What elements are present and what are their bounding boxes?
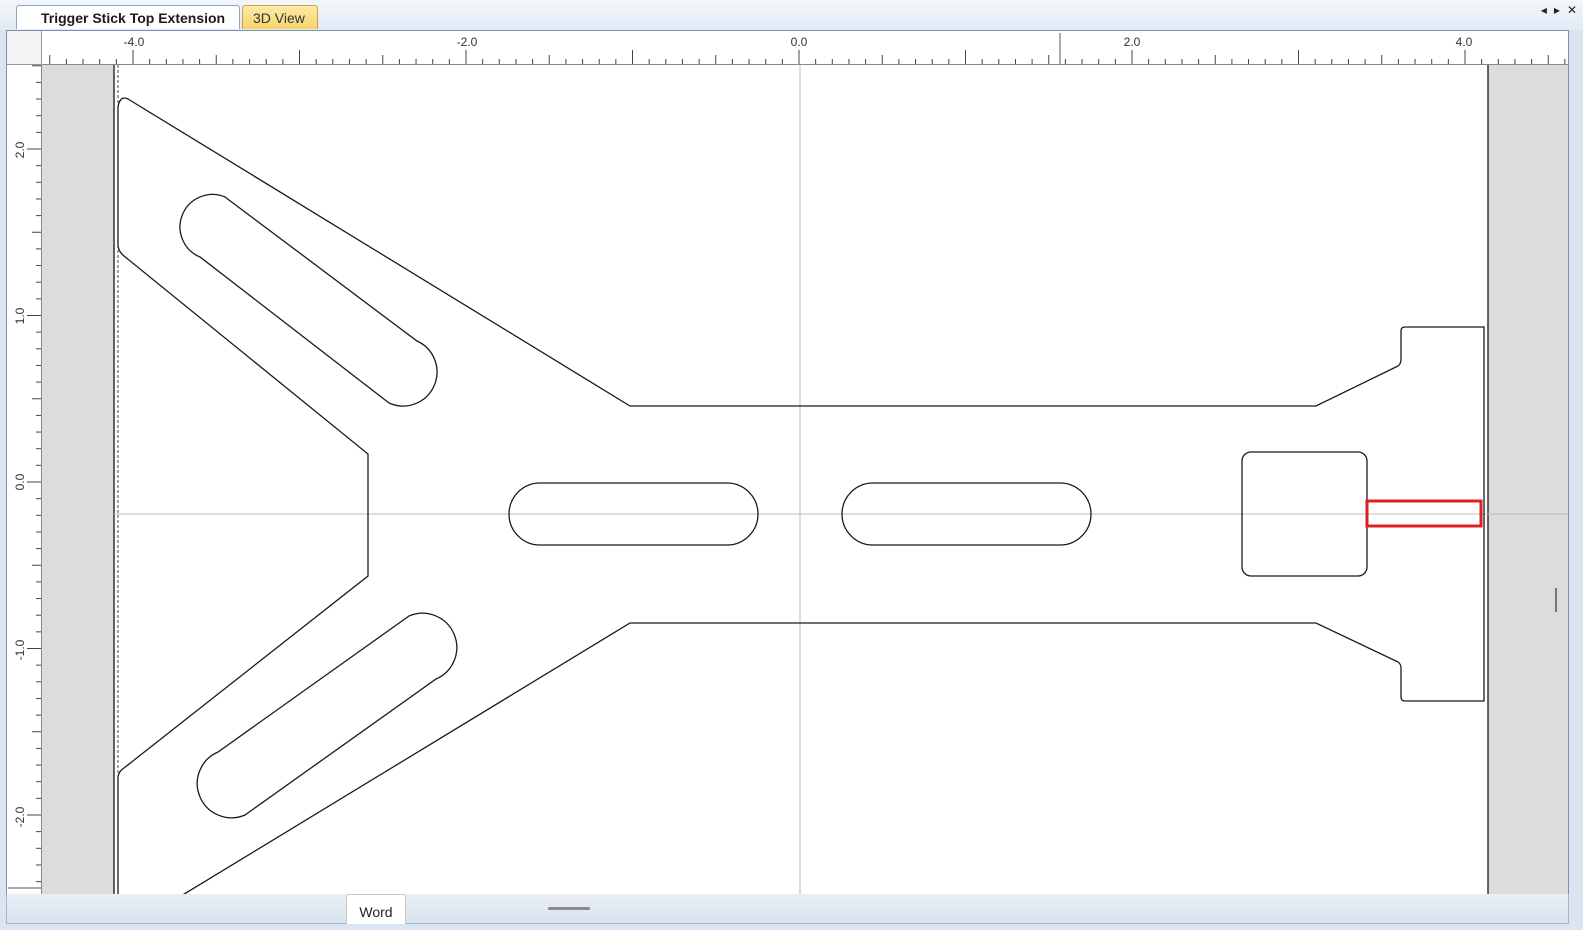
vertical-ruler: 2.0 1.0 0.0 -1.0 -2.0	[7, 65, 42, 923]
vertical-scroll-grip[interactable]	[1555, 588, 1557, 612]
part-outline[interactable]	[117, 97, 1485, 923]
splitter-grip[interactable]	[548, 907, 590, 910]
close-icon[interactable]: ✕	[1567, 3, 1577, 17]
tab-trigger-stick-top-extension[interactable]: Trigger Stick Top Extension	[16, 5, 240, 29]
lower-diagonal-slot[interactable]	[196, 612, 458, 819]
tab-3d-view[interactable]: 3D View	[242, 5, 318, 29]
tab-controls: ◂ ▸ ✕	[1541, 3, 1577, 17]
v-ruler-label-neg2: -2.0	[13, 806, 27, 827]
left-margin	[42, 65, 114, 923]
horizontal-ruler: -4.0 -2.0 0.0 2.0 4.0	[42, 31, 1568, 65]
upper-diagonal-slot[interactable]	[179, 193, 438, 407]
cad-canvas[interactable]	[42, 65, 1568, 923]
part-drawing[interactable]	[42, 65, 1568, 923]
word-tab[interactable]: Word	[346, 894, 406, 924]
h-ruler-label-neg4: -4.0	[124, 35, 145, 49]
horizontal-ruler-graphic: -4.0 -2.0 0.0 2.0 4.0	[49, 33, 1566, 64]
h-ruler-label-0: 0.0	[791, 35, 808, 49]
scroll-tabs-left-icon[interactable]: ◂	[1541, 3, 1547, 17]
h-ruler-label-4: 4.0	[1456, 35, 1473, 49]
v-ruler-label-0: 0.0	[13, 473, 27, 490]
document-tab-bar: Trigger Stick Top Extension 3D View ◂ ▸ …	[0, 0, 1583, 30]
right-margin	[1488, 65, 1568, 923]
ruler-corner	[7, 31, 42, 65]
h-ruler-label-2: 2.0	[1124, 35, 1141, 49]
drawing-view: -4.0 -2.0 0.0 2.0 4.0 2.0 1.0 0.0 -1.0 -…	[6, 30, 1569, 924]
vertical-ruler-graphic: 2.0 1.0 0.0 -1.0 -2.0	[8, 65, 41, 916]
scroll-tabs-right-icon[interactable]: ▸	[1554, 3, 1560, 17]
v-ruler-label-2: 2.0	[13, 141, 27, 158]
v-ruler-label-neg1: -1.0	[13, 639, 27, 660]
bottom-panel-strip	[6, 894, 1569, 924]
h-ruler-label-neg2: -2.0	[457, 35, 478, 49]
v-ruler-label-1: 1.0	[13, 307, 27, 324]
